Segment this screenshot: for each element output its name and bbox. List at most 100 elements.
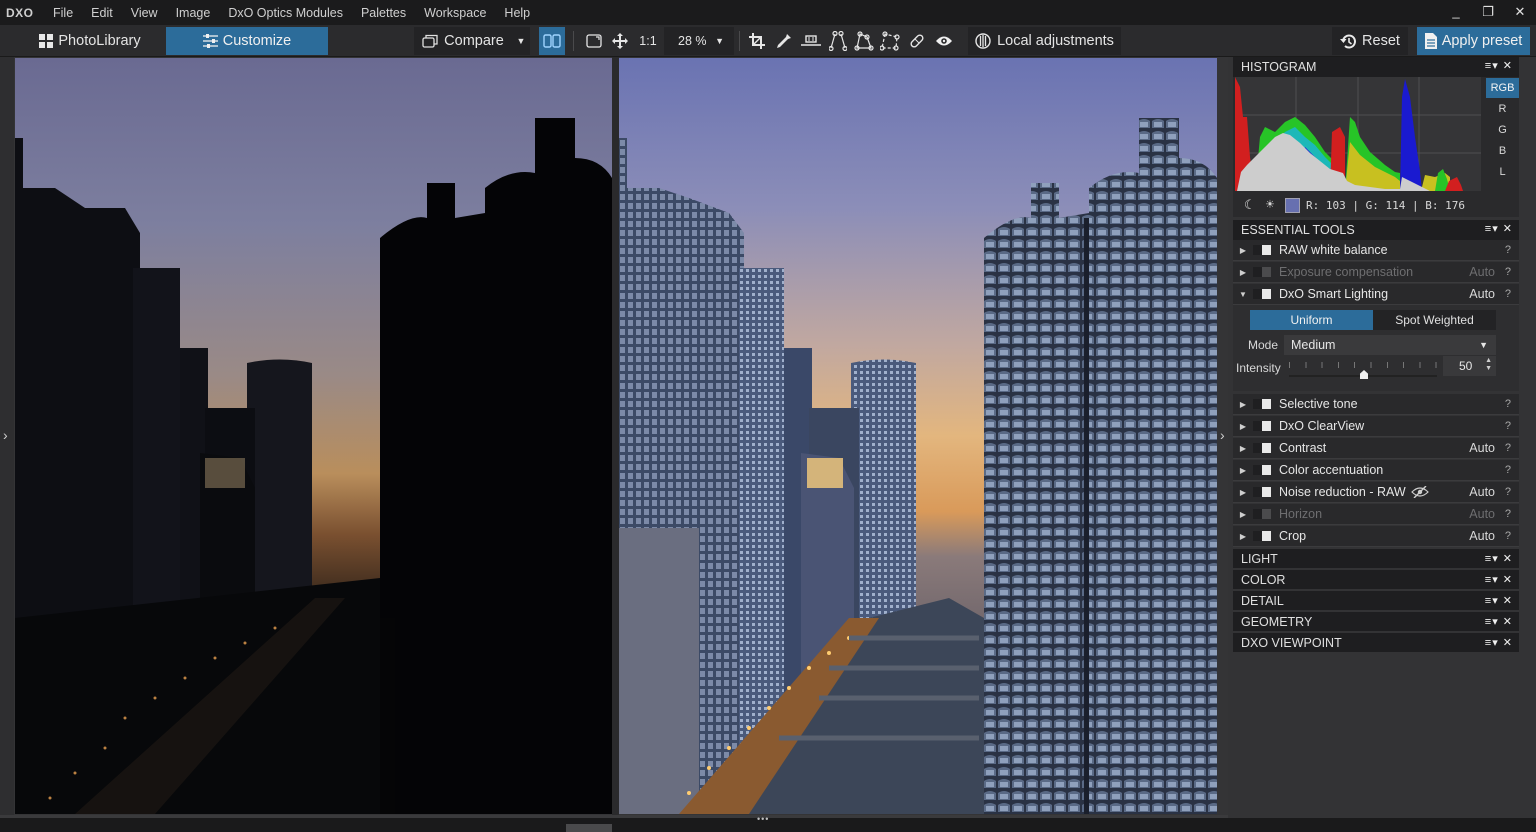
tool-horizon[interactable]: ▶ Horizon Auto ? [1233,504,1519,525]
palette-menu-close-icons[interactable]: ≡▾ ✕ [1485,552,1513,565]
expand-arrow-icon[interactable]: ▶ [1233,422,1249,431]
palette-menu-close-icons[interactable]: ≡▾ ✕ [1485,573,1513,586]
palette-menu-close-icons[interactable]: ≡▾ ✕ [1485,615,1513,628]
tool-selective-tone[interactable]: ▶ Selective tone ? [1233,394,1519,415]
mode-select[interactable]: Medium ▼ [1284,335,1496,355]
white-balance-picker-button[interactable] [773,29,795,53]
palette-menu-close-icons[interactable]: ≡▾ ✕ [1485,222,1513,235]
help-icon[interactable]: ? [1505,288,1511,300]
help-icon[interactable]: ? [1505,442,1511,454]
menu-dxo-optics-modules[interactable]: DxO Optics Modules [219,6,352,20]
local-adjustments-button[interactable]: Local adjustments [968,27,1121,55]
menu-help[interactable]: Help [495,6,539,20]
spinner-arrows-icon[interactable]: ▲ ▼ [1485,357,1492,373]
auto-label[interactable]: Auto [1469,265,1495,279]
customize-tab[interactable]: Customize [166,27,328,55]
tool-color-accentuation[interactable]: ▶ Color accentuation ? [1233,460,1519,481]
expand-arrow-icon[interactable]: ▶ [1233,246,1249,255]
enable-toggle[interactable] [1253,487,1271,497]
channel-r-button[interactable]: R [1486,99,1519,119]
constrained-perspective-button[interactable] [879,29,901,53]
menu-view[interactable]: View [122,6,167,20]
crop-tool-button[interactable] [746,29,768,53]
auto-label[interactable]: Auto [1469,441,1495,455]
channel-b-button[interactable]: B [1486,141,1519,161]
palette-menu-close-icons[interactable]: ≡▾ ✕ [1485,59,1513,72]
minimize-button[interactable]: _ [1440,0,1472,25]
intensity-slider[interactable] [1289,360,1437,382]
tool-noise-reduction-raw[interactable]: ▶ Noise reduction - RAW Auto ? [1233,482,1519,503]
apply-preset-button[interactable]: Apply preset [1417,27,1530,55]
before-image[interactable] [15,58,612,814]
help-icon[interactable]: ? [1505,464,1511,476]
split-divider[interactable] [612,57,619,815]
slider-thumb[interactable] [1360,370,1368,379]
horizon-tool-button[interactable] [799,29,823,53]
expand-arrow-icon[interactable]: ▶ [1233,510,1249,519]
volume-deformation-button[interactable] [853,29,875,53]
menu-palettes[interactable]: Palettes [352,6,415,20]
menu-image[interactable]: Image [167,6,220,20]
tool-raw-white-balance[interactable]: ▶ RAW white balance ? [1233,240,1519,261]
left-panel-collapse-strip[interactable]: › [0,57,14,815]
palette-light[interactable]: LIGHT ≡▾ ✕ [1233,549,1519,569]
expand-arrow-icon[interactable]: ▶ [1233,466,1249,475]
enable-toggle[interactable] [1253,245,1271,255]
palette-menu-close-icons[interactable]: ≡▾ ✕ [1485,636,1513,649]
enable-toggle[interactable] [1253,267,1271,277]
channel-rgb-button[interactable]: RGB [1486,78,1519,98]
enable-toggle[interactable] [1253,465,1271,475]
menu-edit[interactable]: Edit [82,6,122,20]
enable-toggle[interactable] [1253,443,1271,453]
help-icon[interactable]: ? [1505,266,1511,278]
tool-crop[interactable]: ▶ Crop Auto ? [1233,526,1519,547]
palette-geometry[interactable]: GEOMETRY ≡▾ ✕ [1233,612,1519,632]
auto-label[interactable]: Auto [1469,507,1495,521]
histogram-header[interactable]: HISTOGRAM ≡▾ ✕ [1233,57,1519,77]
enable-toggle[interactable] [1253,531,1271,541]
enable-toggle[interactable] [1253,289,1271,299]
move-button[interactable] [609,29,631,53]
auto-label[interactable]: Auto [1469,529,1495,543]
fit-to-screen-button[interactable] [583,29,605,53]
auto-label[interactable]: Auto [1469,485,1495,499]
tool-contrast[interactable]: ▶ Contrast Auto ? [1233,438,1519,459]
tool-dxo-clearview[interactable]: ▶ DxO ClearView ? [1233,416,1519,437]
collapse-arrow-icon[interactable]: ▼ [1233,290,1249,299]
help-icon[interactable]: ? [1505,420,1511,432]
close-window-button[interactable]: ✕ [1504,0,1536,25]
uniform-option[interactable]: Uniform [1250,310,1373,330]
shadow-clipping-moon-icon[interactable]: ☾ [1237,198,1259,213]
perspective-tool-button[interactable] [827,29,849,53]
chevron-right-icon[interactable]: › [1220,427,1225,443]
palette-dxo-viewpoint[interactable]: DXO VIEWPOINT ≡▾ ✕ [1233,633,1519,653]
help-icon[interactable]: ? [1505,508,1511,520]
side-by-side-toggle[interactable] [539,27,565,55]
tool-dxo-smart-lighting[interactable]: ▼ DxO Smart Lighting Auto ? [1233,284,1519,305]
eye-hidden-icon[interactable] [1410,486,1429,498]
spot-weighted-option[interactable]: Spot Weighted [1373,310,1496,330]
filmstrip-resize-handle[interactable]: ••• [757,814,769,824]
palette-detail[interactable]: DETAIL ≡▾ ✕ [1233,591,1519,611]
channel-l-button[interactable]: L [1486,162,1519,182]
channel-g-button[interactable]: G [1486,120,1519,140]
help-icon[interactable]: ? [1505,244,1511,256]
auto-label[interactable]: Auto [1469,287,1495,301]
after-image[interactable] [619,58,1217,814]
expand-arrow-icon[interactable]: ▶ [1233,488,1249,497]
enable-toggle[interactable] [1253,509,1271,519]
compare-button[interactable]: Compare [414,27,512,55]
restore-button[interactable]: ❐ [1472,0,1504,25]
menu-workspace[interactable]: Workspace [415,6,495,20]
repair-tool-button[interactable] [906,29,928,53]
chevron-left-icon[interactable]: › [3,427,8,443]
highlight-clipping-sun-icon[interactable]: ☀ [1259,197,1281,213]
red-eye-tool-button[interactable] [933,29,955,53]
enable-toggle[interactable] [1253,421,1271,431]
tool-exposure-compensation[interactable]: ▶ Exposure compensation Auto ? [1233,262,1519,283]
filmstrip-scroll-handle[interactable] [566,824,612,832]
enable-toggle[interactable] [1253,399,1271,409]
expand-arrow-icon[interactable]: ▶ [1233,400,1249,409]
reset-button[interactable]: Reset [1332,27,1408,55]
palette-color[interactable]: COLOR ≡▾ ✕ [1233,570,1519,590]
